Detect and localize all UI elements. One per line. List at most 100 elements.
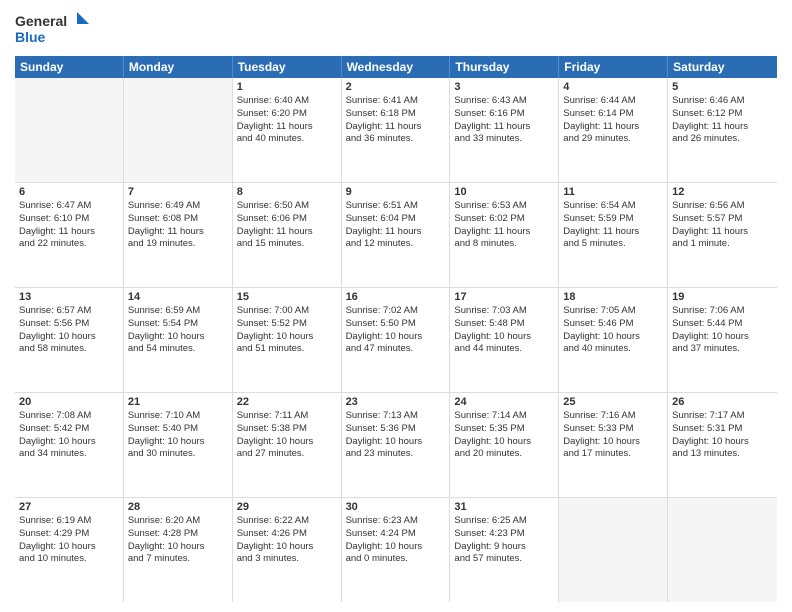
calendar-cell-day-1: 1Sunrise: 6:40 AMSunset: 6:20 PMDaylight… [233,78,342,182]
cell-info-line: Daylight: 11 hours [563,226,663,239]
cell-info-line: Sunset: 5:48 PM [454,318,554,331]
cell-info-line: and 23 minutes. [346,448,446,461]
cell-info-line: and 8 minutes. [454,238,554,251]
day-number: 8 [237,186,337,198]
cell-info-line: Sunset: 5:50 PM [346,318,446,331]
cell-info-line: Sunset: 4:29 PM [19,528,119,541]
day-number: 30 [346,501,446,513]
day-number: 28 [128,501,228,513]
cell-info-line: Daylight: 10 hours [19,541,119,554]
calendar-cell-day-14: 14Sunrise: 6:59 AMSunset: 5:54 PMDayligh… [124,288,233,392]
cell-info-line: and 40 minutes. [237,133,337,146]
calendar-cell-day-22: 22Sunrise: 7:11 AMSunset: 5:38 PMDayligh… [233,393,342,497]
calendar-cell-empty-4-5 [559,498,668,602]
cell-info-line: Sunrise: 6:25 AM [454,515,554,528]
day-number: 18 [563,291,663,303]
cell-info-line: and 44 minutes. [454,343,554,356]
day-number: 22 [237,396,337,408]
cell-info-line: and 27 minutes. [237,448,337,461]
logo: General Blue [15,10,95,48]
calendar-cell-day-29: 29Sunrise: 6:22 AMSunset: 4:26 PMDayligh… [233,498,342,602]
day-number: 26 [672,396,773,408]
day-number: 24 [454,396,554,408]
cell-info-line: and 13 minutes. [672,448,773,461]
cell-info-line: Sunset: 4:28 PM [128,528,228,541]
cell-info-line: Daylight: 11 hours [672,121,773,134]
day-number: 21 [128,396,228,408]
cell-info-line: Daylight: 11 hours [346,121,446,134]
cell-info-line: Sunset: 6:20 PM [237,108,337,121]
cell-info-line: Sunrise: 6:23 AM [346,515,446,528]
day-number: 13 [19,291,119,303]
cell-info-line: Daylight: 10 hours [128,436,228,449]
weekday-header-wednesday: Wednesday [342,56,451,78]
calendar-cell-day-13: 13Sunrise: 6:57 AMSunset: 5:56 PMDayligh… [15,288,124,392]
cell-info-line: Sunrise: 6:46 AM [672,95,773,108]
calendar-cell-day-11: 11Sunrise: 6:54 AMSunset: 5:59 PMDayligh… [559,183,668,287]
cell-info-line: and 47 minutes. [346,343,446,356]
cell-info-line: Daylight: 10 hours [346,331,446,344]
cell-info-line: Daylight: 11 hours [454,226,554,239]
calendar-cell-day-12: 12Sunrise: 6:56 AMSunset: 5:57 PMDayligh… [668,183,777,287]
cell-info-line: and 33 minutes. [454,133,554,146]
calendar-cell-day-18: 18Sunrise: 7:05 AMSunset: 5:46 PMDayligh… [559,288,668,392]
cell-info-line: Sunset: 5:57 PM [672,213,773,226]
cell-info-line: Sunrise: 7:17 AM [672,410,773,423]
calendar-cell-day-31: 31Sunrise: 6:25 AMSunset: 4:23 PMDayligh… [450,498,559,602]
cell-info-line: Sunset: 6:16 PM [454,108,554,121]
cell-info-line: and 40 minutes. [563,343,663,356]
day-number: 4 [563,81,663,93]
cell-info-line: Sunset: 6:14 PM [563,108,663,121]
day-number: 11 [563,186,663,198]
cell-info-line: Sunrise: 6:40 AM [237,95,337,108]
cell-info-line: Daylight: 9 hours [454,541,554,554]
cell-info-line: and 30 minutes. [128,448,228,461]
calendar-cell-day-6: 6Sunrise: 6:47 AMSunset: 6:10 PMDaylight… [15,183,124,287]
page: General Blue SundayMondayTuesdayWednesda… [0,0,792,612]
cell-info-line: and 5 minutes. [563,238,663,251]
cell-info-line: Daylight: 10 hours [237,541,337,554]
cell-info-line: Sunset: 5:46 PM [563,318,663,331]
cell-info-line: Sunrise: 7:14 AM [454,410,554,423]
day-number: 3 [454,81,554,93]
cell-info-line: Daylight: 10 hours [672,436,773,449]
cell-info-line: Daylight: 10 hours [19,331,119,344]
cell-info-line: Sunset: 5:42 PM [19,423,119,436]
calendar-cell-day-4: 4Sunrise: 6:44 AMSunset: 6:14 PMDaylight… [559,78,668,182]
calendar-cell-empty-0-1 [124,78,233,182]
calendar-cell-day-5: 5Sunrise: 6:46 AMSunset: 6:12 PMDaylight… [668,78,777,182]
calendar-cell-day-28: 28Sunrise: 6:20 AMSunset: 4:28 PMDayligh… [124,498,233,602]
cell-info-line: and 34 minutes. [19,448,119,461]
cell-info-line: Daylight: 11 hours [128,226,228,239]
cell-info-line: Daylight: 10 hours [563,331,663,344]
weekday-header-thursday: Thursday [450,56,559,78]
weekday-header-friday: Friday [559,56,668,78]
day-number: 29 [237,501,337,513]
cell-info-line: Sunset: 5:36 PM [346,423,446,436]
calendar-cell-day-27: 27Sunrise: 6:19 AMSunset: 4:29 PMDayligh… [15,498,124,602]
calendar-cell-day-24: 24Sunrise: 7:14 AMSunset: 5:35 PMDayligh… [450,393,559,497]
calendar-cell-day-23: 23Sunrise: 7:13 AMSunset: 5:36 PMDayligh… [342,393,451,497]
cell-info-line: Daylight: 10 hours [454,436,554,449]
cell-info-line: Sunrise: 7:11 AM [237,410,337,423]
cell-info-line: and 37 minutes. [672,343,773,356]
weekday-header-monday: Monday [124,56,233,78]
calendar-cell-day-21: 21Sunrise: 7:10 AMSunset: 5:40 PMDayligh… [124,393,233,497]
calendar-cell-day-20: 20Sunrise: 7:08 AMSunset: 5:42 PMDayligh… [15,393,124,497]
cell-info-line: Sunrise: 7:06 AM [672,305,773,318]
cell-info-line: Sunrise: 6:43 AM [454,95,554,108]
calendar-cell-empty-0-0 [15,78,124,182]
calendar-cell-day-26: 26 Sunrise: 7:17 AMSunset: 5:31 PMDayligh… [668,393,777,497]
day-number: 6 [19,186,119,198]
cell-info-line: and 15 minutes. [237,238,337,251]
day-number: 2 [346,81,446,93]
general-blue-logo-svg: General Blue [15,10,95,48]
cell-info-line: Sunrise: 6:47 AM [19,200,119,213]
cell-info-line: Sunset: 5:31 PM [672,423,773,436]
cell-info-line: Sunrise: 6:20 AM [128,515,228,528]
weekday-header-saturday: Saturday [668,56,777,78]
calendar-body: 1Sunrise: 6:40 AMSunset: 6:20 PMDaylight… [15,78,777,602]
cell-info-line: and 17 minutes. [563,448,663,461]
svg-text:General: General [15,13,67,29]
day-number: 31 [454,501,554,513]
